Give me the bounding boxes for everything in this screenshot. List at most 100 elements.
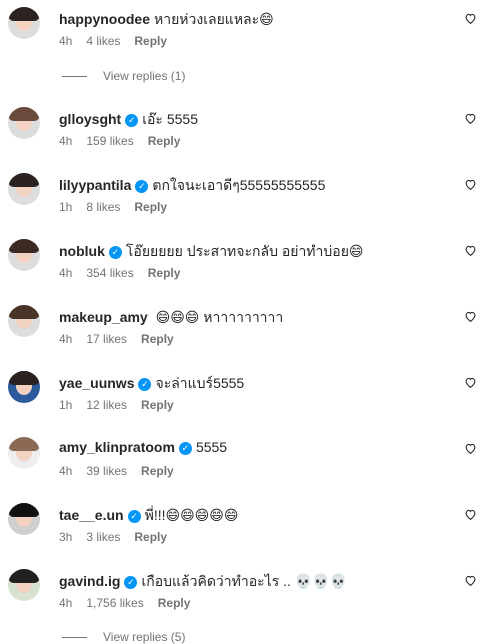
username[interactable]: gavind.ig [59, 573, 120, 589]
comment-meta: 4h 1,756 likes Reply [59, 596, 204, 610]
avatar[interactable] [8, 569, 40, 601]
username[interactable]: happynoodee [59, 11, 150, 27]
like-heart-icon[interactable] [464, 112, 477, 125]
like-heart-icon[interactable] [464, 442, 477, 455]
timestamp[interactable]: 4h [59, 266, 72, 280]
likes-count[interactable]: 39 likes [86, 464, 127, 478]
reply-button[interactable]: Reply [134, 34, 167, 48]
comment-text: เกือบแล้วคิดว่าทำอะไร .. 💀💀💀 [141, 573, 348, 589]
like-heart-icon[interactable] [464, 12, 477, 25]
comment-meta: 4h 4 likes Reply [59, 34, 181, 48]
timestamp[interactable]: 4h [59, 596, 72, 610]
comment-body: nobluk ✓ โอ๊ยยยยย ประสาทจะกลับ อย่าทำบ่อย😄 [59, 241, 364, 263]
comment-body: makeup_amy 😄😄😄 หาาาาาาาาา [59, 307, 283, 329]
username[interactable]: glloysght [59, 111, 121, 127]
comment: glloysght ✓ เอ๊ะ 5555 4h 159 likes Reply [0, 107, 486, 167]
comment-meta: 3h 3 likes Reply [59, 530, 181, 544]
comment-text: พี่!!!😄😄😄😄😄 [144, 507, 239, 523]
comment: happynoodee หายห่วงเลยแหละ😄 4h 4 likes Repl… [0, 7, 486, 67]
avatar[interactable] [8, 437, 40, 469]
reply-button[interactable]: Reply [148, 134, 181, 148]
username[interactable]: lilyypantila [59, 177, 131, 193]
timestamp[interactable]: 4h [59, 134, 72, 148]
verified-badge-icon: ✓ [127, 510, 141, 523]
comment: amy_klinpratoom ✓ 5555 4h 39 likes Reply [0, 437, 486, 497]
reply-button[interactable]: Reply [134, 530, 167, 544]
verified-badge-icon: ✓ [178, 442, 192, 455]
comment-body: amy_klinpratoom ✓ 5555 [59, 439, 227, 455]
comment-text: หายห่วงเลยแหละ😄 [154, 11, 274, 27]
comment: yae_uunws ✓ จะล่าแบร์5555 1h 12 likes Reply [0, 371, 486, 431]
username[interactable]: tae__e.un [59, 507, 124, 523]
like-heart-icon[interactable] [464, 574, 477, 587]
comment-body: gavind.ig ✓ เกือบแล้วคิดว่าทำอะไร .. 💀💀💀 [59, 571, 347, 593]
view-replies-button[interactable]: View replies (1) [62, 69, 185, 83]
comment-text: โอ๊ยยยยย ประสาทจะกลับ อย่าทำบ่อย😄 [125, 243, 364, 259]
like-heart-icon[interactable] [464, 244, 477, 257]
likes-count[interactable]: 8 likes [86, 200, 120, 214]
timestamp[interactable]: 4h [59, 464, 72, 478]
avatar[interactable] [8, 239, 40, 271]
comment-body: happynoodee หายห่วงเลยแหละ😄 [59, 9, 274, 31]
comment-meta: 4h 354 likes Reply [59, 266, 194, 280]
verified-badge-icon: ✓ [124, 576, 138, 589]
timestamp[interactable]: 1h [59, 200, 72, 214]
comment-meta: 4h 159 likes Reply [59, 134, 194, 148]
reply-button[interactable]: Reply [158, 596, 191, 610]
likes-count[interactable]: 159 likes [86, 134, 133, 148]
likes-count[interactable]: 17 likes [86, 332, 127, 346]
comment-body: lilyypantila ✓ ตกใจนะเอาดีๆ55555555555 [59, 175, 325, 197]
timestamp[interactable]: 1h [59, 398, 72, 412]
likes-count[interactable]: 12 likes [86, 398, 127, 412]
comment-text: ตกใจนะเอาดีๆ55555555555 [152, 177, 326, 193]
comment: makeup_amy 😄😄😄 หาาาาาาาาา 4h 17 likes Repl… [0, 305, 486, 365]
username[interactable]: makeup_amy [59, 309, 148, 325]
comment: gavind.ig ✓ เกือบแล้วคิดว่าทำอะไร .. 💀💀💀 4… [0, 569, 486, 629]
reply-button[interactable]: Reply [134, 200, 167, 214]
comment-meta: 1h 8 likes Reply [59, 200, 181, 214]
comment-meta: 1h 12 likes Reply [59, 398, 188, 412]
avatar[interactable] [8, 305, 40, 337]
like-heart-icon[interactable] [464, 310, 477, 323]
timestamp[interactable]: 3h [59, 530, 72, 544]
username[interactable]: amy_klinpratoom [59, 439, 175, 455]
avatar[interactable] [8, 107, 40, 139]
comment-meta: 4h 17 likes Reply [59, 332, 188, 346]
likes-count[interactable]: 354 likes [86, 266, 133, 280]
likes-count[interactable]: 1,756 likes [86, 596, 143, 610]
timestamp[interactable]: 4h [59, 332, 72, 346]
verified-badge-icon: ✓ [138, 378, 152, 391]
reply-button[interactable]: Reply [141, 464, 174, 478]
like-heart-icon[interactable] [464, 508, 477, 521]
comment-text: 😄😄😄 หาาาาาาาาา [155, 309, 284, 325]
divider-line [62, 76, 87, 78]
reply-button[interactable]: Reply [141, 332, 174, 346]
comment-body: yae_uunws ✓ จะล่าแบร์5555 [59, 373, 244, 395]
divider-line [62, 637, 87, 639]
avatar[interactable] [8, 503, 40, 535]
reply-button[interactable]: Reply [141, 398, 174, 412]
view-replies-button[interactable]: View replies (5) [62, 630, 185, 644]
likes-count[interactable]: 4 likes [86, 34, 120, 48]
comment-body: glloysght ✓ เอ๊ะ 5555 [59, 109, 198, 131]
avatar[interactable] [8, 7, 40, 39]
verified-badge-icon: ✓ [125, 114, 139, 127]
comment-meta: 4h 39 likes Reply [59, 464, 188, 478]
like-heart-icon[interactable] [464, 376, 477, 389]
reply-button[interactable]: Reply [148, 266, 181, 280]
comment-body: tae__e.un ✓ พี่!!!😄😄😄😄😄 [59, 505, 238, 527]
comment-text: จะล่าแบร์5555 [155, 375, 245, 391]
like-heart-icon[interactable] [464, 178, 477, 191]
comment: nobluk ✓ โอ๊ยยยยย ประสาทจะกลับ อย่าทำบ่อย😄… [0, 239, 486, 299]
verified-badge-icon: ✓ [108, 246, 122, 259]
likes-count[interactable]: 3 likes [86, 530, 120, 544]
avatar[interactable] [8, 173, 40, 205]
verified-badge-icon: ✓ [135, 180, 149, 193]
comment: tae__e.un ✓ พี่!!!😄😄😄😄😄 3h 3 likes Reply [0, 503, 486, 563]
comment: lilyypantila ✓ ตกใจนะเอาดีๆ55555555555 1h 8… [0, 173, 486, 233]
avatar[interactable] [8, 371, 40, 403]
timestamp[interactable]: 4h [59, 34, 72, 48]
username[interactable]: yae_uunws [59, 375, 134, 391]
username[interactable]: nobluk [59, 243, 105, 259]
comment-text: 5555 [195, 439, 228, 455]
